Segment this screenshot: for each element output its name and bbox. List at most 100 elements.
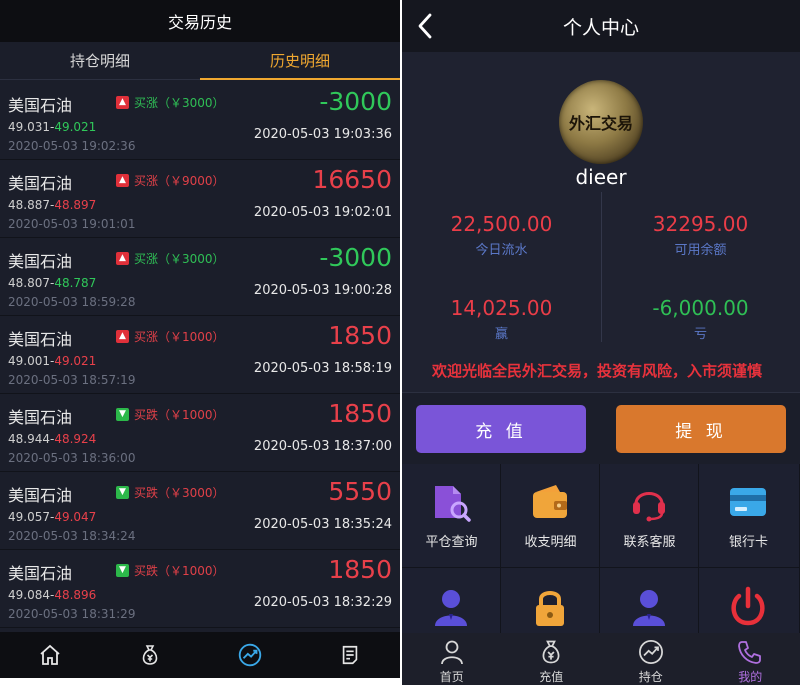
profit-loss: 1850 <box>328 399 392 428</box>
direction-badge: ▼ 买跌（￥1000） <box>116 406 225 423</box>
profit-loss: 1850 <box>328 555 392 584</box>
direction-text: 买涨（￥3000） <box>134 252 225 266</box>
grid-item-bank-card[interactable]: 银行卡 <box>699 464 800 568</box>
profit-loss: 5550 <box>328 477 392 506</box>
money-bag-icon <box>542 640 560 664</box>
instrument-name: 美国石油 <box>8 564 73 583</box>
avatar-text: 外汇交易 <box>568 114 633 133</box>
stat-available-balance: 32295.00 可用余额 <box>601 212 800 258</box>
direction-text: 买跌（￥1000） <box>134 408 225 422</box>
stat-label: 今日流水 <box>475 243 528 258</box>
arrow-down-icon: ▼ <box>116 564 129 577</box>
nav-recharge[interactable]: 充值 <box>502 633 602 685</box>
grid-label: 平仓查询 <box>425 535 478 550</box>
order-row[interactable]: 美国石油 ▼ 买跌（￥1000） 49.084-48.896 2020-05-03 18… <box>0 550 400 628</box>
nav-label: 持仓 <box>638 670 663 684</box>
tab-history[interactable]: 历史明细 <box>200 42 400 80</box>
stat-label: 可用余额 <box>674 243 727 258</box>
order-row[interactable]: 美国石油 ▲ 买涨（￥3000） 49.031-49.021 2020-05-03 19… <box>0 82 400 160</box>
home-icon <box>40 644 60 665</box>
nav-mine[interactable]: 我的 <box>701 633 800 685</box>
order-row[interactable]: 美国石油 ▼ 买跌（￥1000） 48.944-48.924 2020-05-03 18… <box>0 394 400 472</box>
arrow-up-icon: ▲ <box>116 174 129 187</box>
open-time: 2020-05-03 18:31:29 <box>8 607 136 621</box>
instrument-name: 美国石油 <box>8 330 73 349</box>
arrow-up-icon: ▲ <box>116 96 129 109</box>
order-row[interactable]: 美国石油 ▼ 买跌（￥3000） 49.057-49.047 2020-05-03 18… <box>0 472 400 550</box>
direction-text: 买涨（￥1000） <box>134 330 225 344</box>
price-range: 48.944-48.924 <box>8 432 96 446</box>
price-to: 49.021 <box>54 120 97 134</box>
order-row[interactable]: 美国石油 ▲ 买涨（￥9000） 48.887-48.897 2020-05-03 19… <box>0 160 400 238</box>
arrow-up-icon: ▲ <box>116 330 129 343</box>
direction-badge: ▲ 买涨（￥9000） <box>116 172 225 189</box>
profit-loss: 16650 <box>312 165 392 194</box>
price-range: 49.057-49.047 <box>8 510 96 524</box>
direction-badge: ▼ 买跌（￥3000） <box>116 484 225 501</box>
username: dieer <box>575 165 627 189</box>
price-range: 48.807-48.787 <box>8 276 96 290</box>
arrow-up-icon: ▲ <box>116 252 129 265</box>
price-range: 49.001-49.021 <box>8 354 96 368</box>
page-title: 交易历史 <box>167 13 232 32</box>
profile-screen: 个人中心 外汇交易 dieer 22,500.00 今日流水 32295.00 … <box>402 0 800 685</box>
stat-value: 22,500.00 <box>450 212 553 236</box>
announcement-marquee: 欢迎光临全民外汇交易，投资有风险，入市须谨慎 <box>432 362 763 380</box>
tab-bar: 持仓明细 历史明细 <box>0 42 400 80</box>
open-time: 2020-05-03 19:01:01 <box>8 217 136 231</box>
order-row[interactable]: 美国石油 ▲ 买涨（￥3000） 48.807-48.787 2020-05-03 18… <box>0 238 400 316</box>
nav-home[interactable]: 首页 <box>402 633 502 685</box>
price-to: 49.021 <box>54 354 97 368</box>
direction-badge: ▲ 买涨（￥3000） <box>116 94 225 111</box>
grid-label: 联系客服 <box>623 535 676 550</box>
order-row[interactable]: 美国石油 ▲ 买涨（￥1000） 49.001-49.021 2020-05-03 18… <box>0 316 400 394</box>
nav-label: 首页 <box>439 670 464 684</box>
bank-card-icon <box>725 482 771 522</box>
header-bar: 个人中心 <box>402 0 800 52</box>
chevron-left-icon <box>418 13 432 39</box>
nav-records[interactable] <box>300 632 400 678</box>
file-search-icon <box>428 482 474 522</box>
nav-recharge[interactable] <box>100 632 200 678</box>
power-icon <box>725 586 771 626</box>
grid-item-customer-service[interactable]: 联系客服 <box>600 464 699 568</box>
instrument-name: 美国石油 <box>8 486 73 505</box>
grid-label: 银行卡 <box>728 535 768 550</box>
grid-item-close-query[interactable]: 平仓查询 <box>402 464 501 568</box>
nav-positions[interactable]: 持仓 <box>601 633 701 685</box>
price-from: 49.084- <box>8 588 55 602</box>
close-time: 2020-05-03 18:37:00 <box>253 439 392 454</box>
price-to: 48.787 <box>54 276 97 290</box>
nav-home[interactable] <box>0 632 100 678</box>
grid-label: 收支明细 <box>524 535 577 550</box>
recharge-button[interactable]: 充 值 <box>416 405 586 453</box>
tab-label: 历史明细 <box>269 52 330 70</box>
nav-positions[interactable] <box>200 632 300 678</box>
open-time: 2020-05-03 18:36:00 <box>8 451 136 465</box>
money-bag-icon <box>142 645 158 665</box>
arrow-down-icon: ▼ <box>116 486 129 499</box>
stat-value: 14,025.00 <box>450 296 553 320</box>
close-time: 2020-05-03 18:32:29 <box>253 595 392 610</box>
nav-label: 充值 <box>539 670 564 684</box>
withdraw-button[interactable]: 提 现 <box>616 405 786 453</box>
avatar[interactable]: 外汇交易 <box>559 80 643 164</box>
price-range: 49.084-48.896 <box>8 588 96 602</box>
direction-badge: ▼ 买跌（￥1000） <box>116 562 225 579</box>
price-range: 48.887-48.897 <box>8 198 96 212</box>
tab-positions[interactable]: 持仓明细 <box>0 42 200 79</box>
profit-loss: -3000 <box>319 87 392 116</box>
bottom-nav: 首页 充值 持仓 我的 <box>402 633 800 685</box>
profit-loss: -3000 <box>319 243 392 272</box>
lock-icon <box>527 586 573 626</box>
stat-label: 亏 <box>693 327 707 342</box>
instrument-name: 美国石油 <box>8 96 73 115</box>
instrument-name: 美国石油 <box>8 252 73 271</box>
price-to: 49.047 <box>54 510 97 524</box>
stat-win: 14,025.00 赢 <box>402 296 601 342</box>
instrument-name: 美国石油 <box>8 174 73 193</box>
trade-history-screen: 交易历史 持仓明细 历史明细 美国石油 ▲ 买涨（￥3000） 49.031-49.0… <box>0 0 400 678</box>
grid-item-statement[interactable]: 收支明细 <box>501 464 600 568</box>
back-button[interactable] <box>412 12 438 40</box>
open-time: 2020-05-03 18:59:28 <box>8 295 136 309</box>
